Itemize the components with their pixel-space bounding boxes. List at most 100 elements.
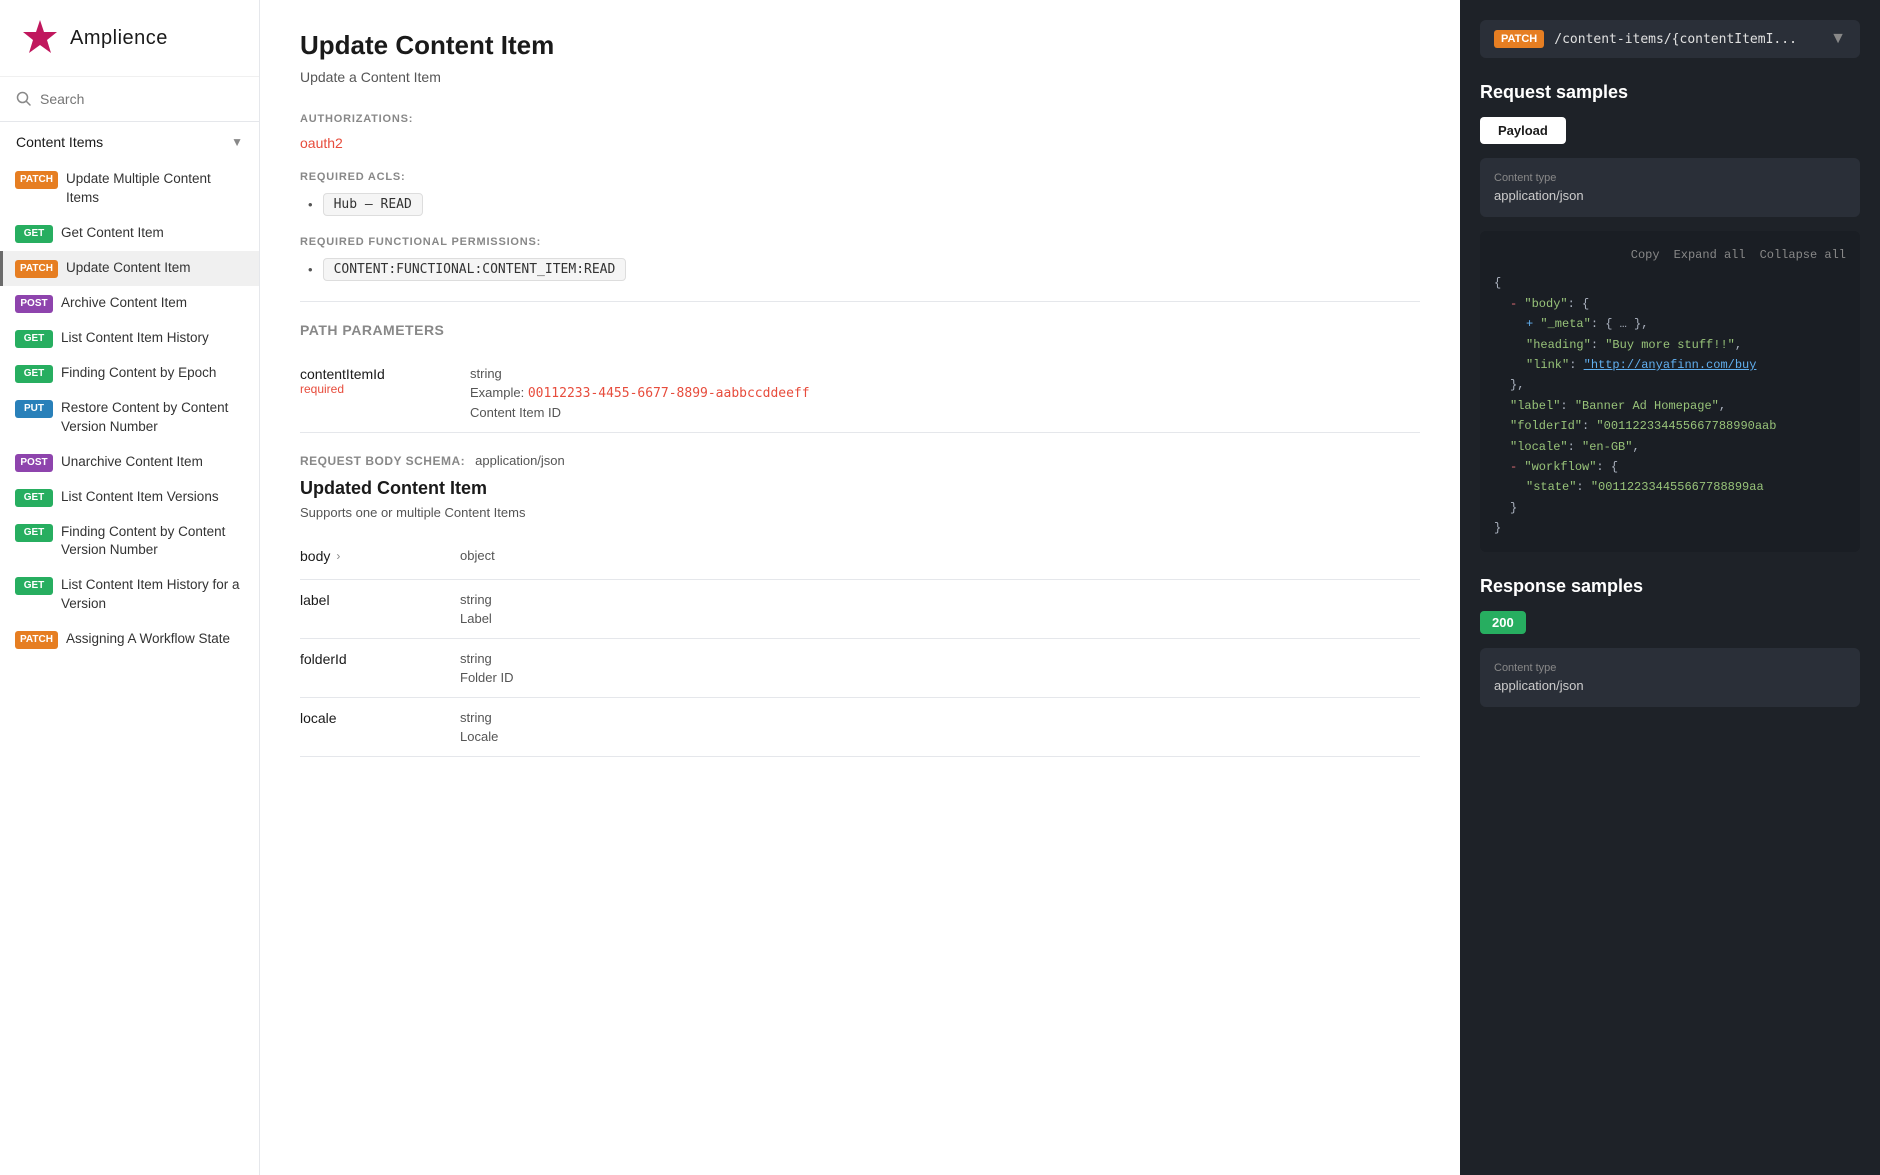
- request-body-schema-row: REQUEST BODY SCHEMA: application/json: [300, 453, 1420, 468]
- request-code-block: Copy Expand all Collapse all { - "body":…: [1480, 231, 1860, 552]
- response-content-type-label: Content type: [1494, 662, 1846, 674]
- example-value: 00112233-4455-6677-8899-aabbccddeeff: [528, 386, 810, 401]
- right-panel: PATCH /content-items/{contentItemI... ▼ …: [1460, 0, 1880, 1175]
- endpoint-method-badge: PATCH: [1494, 30, 1544, 48]
- sidebar-item-update-multiple[interactable]: PATCH Update Multiple Content Items: [0, 162, 259, 216]
- body-param-desc: Folder ID: [460, 670, 513, 685]
- param-type: string: [470, 366, 1420, 381]
- content-type-label: Content type: [1494, 172, 1846, 184]
- sidebar-section-label: Content Items: [16, 134, 103, 150]
- response-content-type-value: application/json: [1494, 678, 1846, 693]
- sidebar-item-archive-content-item[interactable]: POST Archive Content Item: [0, 286, 259, 321]
- request-body-schema-value: application/json: [475, 453, 565, 468]
- content-type-value: application/json: [1494, 188, 1846, 203]
- authorizations-label: AUTHORIZATIONS:: [300, 113, 1420, 125]
- sidebar-item-label: Finding Content by Content Version Numbe…: [61, 523, 243, 561]
- perm-pill: CONTENT:FUNCTIONAL:CONTENT_ITEM:READ: [323, 258, 627, 281]
- request-body-schema-label: REQUEST BODY SCHEMA:: [300, 454, 465, 468]
- sidebar-item-unarchive[interactable]: POST Unarchive Content Item: [0, 445, 259, 480]
- search-input[interactable]: [40, 91, 243, 107]
- expand-icon[interactable]: ›: [336, 549, 340, 563]
- method-badge-post: POST: [15, 454, 53, 472]
- sidebar-item-label: Archive Content Item: [61, 294, 187, 313]
- sidebar-item-label: Restore Content by Content Version Numbe…: [61, 399, 243, 437]
- body-param-desc: Locale: [460, 729, 498, 744]
- sidebar-item-finding-by-epoch[interactable]: GET Finding Content by Epoch: [0, 356, 259, 391]
- example-label: Example:: [470, 385, 524, 400]
- endpoint-chevron-icon[interactable]: ▼: [1830, 30, 1846, 48]
- sidebar: Amplience Content Items ▼ PATCH Update M…: [0, 0, 260, 1175]
- param-name: contentItemId: [300, 366, 450, 382]
- body-param-folderid: folderId string Folder ID: [300, 639, 1420, 698]
- body-param-name-text: label: [300, 592, 330, 608]
- copy-button[interactable]: Copy: [1631, 245, 1660, 265]
- sidebar-item-finding-by-version[interactable]: GET Finding Content by Content Version N…: [0, 515, 259, 569]
- page-subtitle: Update a Content Item: [300, 69, 1420, 85]
- collapse-all-button[interactable]: Collapse all: [1760, 245, 1846, 265]
- perm-value: CONTENT:FUNCTIONAL:CONTENT_ITEM:READ: [308, 258, 1420, 281]
- chevron-down-icon: ▼: [231, 135, 243, 149]
- sidebar-item-label: List Content Item History for a Version: [61, 576, 243, 614]
- body-param-locale: locale string Locale: [300, 698, 1420, 757]
- sidebar-item-label: List Content Item History: [61, 329, 209, 348]
- body-param-type: string: [460, 710, 498, 725]
- body-param-type: string: [460, 651, 513, 666]
- search-bar[interactable]: [0, 77, 259, 122]
- code-content: { - "body": { + "_meta": { … }, "heading…: [1494, 273, 1846, 538]
- endpoint-bar: PATCH /content-items/{contentItemI... ▼: [1480, 20, 1860, 58]
- logo: Amplience: [0, 0, 259, 77]
- acl-value: Hub – READ: [308, 193, 1420, 216]
- sidebar-item-label: Update Multiple Content Items: [66, 170, 243, 208]
- param-example: Example: 00112233-4455-6677-8899-aabbccd…: [470, 385, 1420, 401]
- expand-all-button[interactable]: Expand all: [1674, 245, 1746, 265]
- response-status-badge[interactable]: 200: [1480, 611, 1526, 634]
- sidebar-item-list-versions[interactable]: GET List Content Item Versions: [0, 480, 259, 515]
- body-param-desc: Label: [460, 611, 492, 626]
- payload-tab[interactable]: Payload: [1480, 117, 1566, 144]
- response-section: Response samples 200 Content type applic…: [1480, 576, 1860, 707]
- search-icon: [16, 91, 32, 107]
- logo-text: Amplience: [70, 27, 168, 50]
- response-samples-title: Response samples: [1480, 576, 1860, 597]
- sidebar-item-list-history[interactable]: GET List Content Item History: [0, 321, 259, 356]
- sidebar-item-label: Unarchive Content Item: [61, 453, 203, 472]
- required-perms-label: REQUIRED FUNCTIONAL PERMISSIONS:: [300, 236, 1420, 248]
- method-badge-post: POST: [15, 295, 53, 313]
- acl-pill: Hub – READ: [323, 193, 423, 216]
- sidebar-section-header[interactable]: Content Items ▼: [0, 122, 259, 162]
- method-badge-get: GET: [15, 330, 53, 348]
- method-badge-get: GET: [15, 225, 53, 243]
- body-param-label: label string Label: [300, 580, 1420, 639]
- acl-section: REQUIRED ACLS: Hub – READ: [300, 171, 1420, 216]
- method-badge-patch: PATCH: [15, 171, 58, 189]
- sidebar-item-update-content-item[interactable]: PATCH Update Content Item: [0, 251, 259, 286]
- sidebar-item-assigning-workflow[interactable]: PATCH Assigning A Workflow State: [0, 622, 259, 657]
- sidebar-item-restore-content[interactable]: PUT Restore Content by Content Version N…: [0, 391, 259, 445]
- path-params-title: PATH PARAMETERS: [300, 322, 1420, 338]
- method-badge-put: PUT: [15, 400, 53, 418]
- request-samples-title: Request samples: [1480, 82, 1860, 103]
- perm-section: REQUIRED FUNCTIONAL PERMISSIONS: CONTENT…: [300, 236, 1420, 281]
- method-badge-patch: PATCH: [15, 631, 58, 649]
- body-param-name-text: folderId: [300, 651, 347, 667]
- sidebar-item-label: Finding Content by Epoch: [61, 364, 216, 383]
- body-param-body: body › object: [300, 536, 1420, 580]
- method-badge-get: GET: [15, 365, 53, 383]
- method-badge-get: GET: [15, 489, 53, 507]
- body-param-type: string: [460, 592, 492, 607]
- sidebar-item-label: Assigning A Workflow State: [66, 630, 230, 649]
- required-acls-label: REQUIRED ACLS:: [300, 171, 1420, 183]
- sidebar-item-label: List Content Item Versions: [61, 488, 219, 507]
- page-title: Update Content Item: [300, 30, 1420, 61]
- endpoint-path: /content-items/{contentItemI...: [1554, 32, 1820, 47]
- param-required: required: [300, 382, 450, 396]
- sidebar-item-label: Update Content Item: [66, 259, 191, 278]
- sidebar-item-get-content-item[interactable]: GET Get Content Item: [0, 216, 259, 251]
- amplience-logo-icon: [20, 18, 60, 58]
- sidebar-item-label: Get Content Item: [61, 224, 164, 243]
- method-badge-get: GET: [15, 577, 53, 595]
- body-param-name-text: body: [300, 548, 330, 564]
- sidebar-item-list-history-version[interactable]: GET List Content Item History for a Vers…: [0, 568, 259, 622]
- body-param-type: object: [460, 548, 495, 563]
- code-toolbar: Copy Expand all Collapse all: [1494, 245, 1846, 265]
